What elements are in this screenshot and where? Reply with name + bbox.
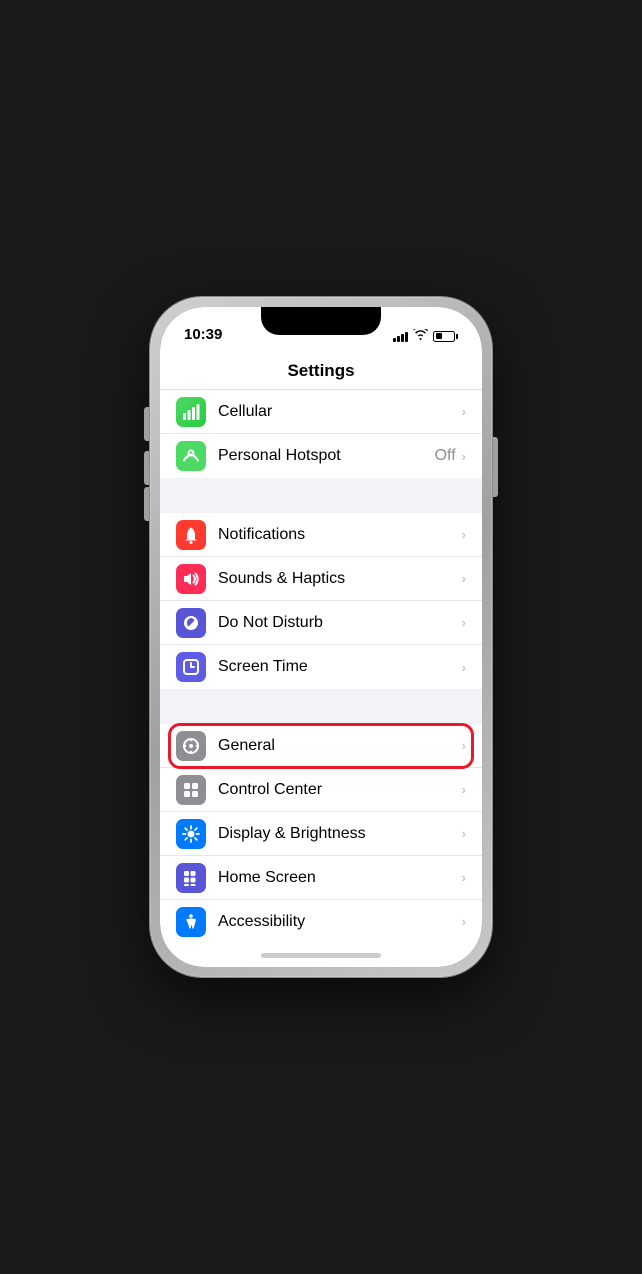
- settings-item-display-brightness[interactable]: Display & Brightness ›: [160, 812, 482, 856]
- home-screen-chevron: ›: [462, 870, 466, 885]
- display-brightness-chevron: ›: [462, 826, 466, 841]
- section-general-items: General ›: [160, 724, 482, 943]
- display-brightness-label: Display & Brightness: [218, 825, 462, 843]
- page-title: Settings: [176, 361, 466, 381]
- settings-item-control-center[interactable]: Control Center ›: [160, 768, 482, 812]
- notifications-chevron: ›: [462, 527, 466, 542]
- nav-bar: Settings: [160, 351, 482, 390]
- control-center-icon: [176, 775, 206, 805]
- status-bar: 10:39: [160, 307, 482, 351]
- do-not-disturb-icon: [176, 608, 206, 638]
- phone-frame: 10:39: [150, 297, 492, 977]
- cellular-icon: [176, 397, 206, 427]
- phone-screen: 10:39: [160, 307, 482, 967]
- notifications-icon: [176, 520, 206, 550]
- settings-item-cellular[interactable]: Cellular ›: [160, 390, 482, 434]
- control-center-chevron: ›: [462, 782, 466, 797]
- do-not-disturb-chevron: ›: [462, 615, 466, 630]
- settings-item-sounds-haptics[interactable]: Sounds & Haptics ›: [160, 557, 482, 601]
- settings-item-accessibility[interactable]: Accessibility ›: [160, 900, 482, 943]
- general-item-wrapper: General ›: [160, 724, 482, 768]
- settings-item-personal-hotspot[interactable]: Personal Hotspot Off ›: [160, 434, 482, 478]
- section-general: General ›: [160, 724, 482, 943]
- screen-content: 10:39: [160, 307, 482, 967]
- sounds-haptics-chevron: ›: [462, 571, 466, 586]
- wifi-icon: [413, 329, 428, 343]
- screen-time-label: Screen Time: [218, 658, 462, 676]
- cellular-label: Cellular: [218, 403, 462, 421]
- sounds-haptics-label: Sounds & Haptics: [218, 570, 462, 588]
- settings-item-notifications[interactable]: Notifications ›: [160, 513, 482, 557]
- hotspot-label: Personal Hotspot: [218, 447, 435, 465]
- accessibility-label: Accessibility: [218, 913, 462, 931]
- cellular-chevron: ›: [462, 404, 466, 419]
- screen-time-icon: [176, 652, 206, 682]
- section-connectivity: Cellular ›: [160, 390, 482, 478]
- accessibility-chevron: ›: [462, 914, 466, 929]
- section-notifications-items: Notifications › Sounds &: [160, 513, 482, 689]
- home-indicator: [160, 943, 482, 967]
- home-screen-icon: [176, 863, 206, 893]
- general-icon: [176, 731, 206, 761]
- control-center-label: Control Center: [218, 781, 462, 799]
- hotspot-chevron: ›: [462, 449, 466, 464]
- section-connectivity-items: Cellular ›: [160, 390, 482, 478]
- status-icons: [393, 329, 458, 343]
- settings-item-home-screen[interactable]: Home Screen ›: [160, 856, 482, 900]
- settings-list[interactable]: Cellular ›: [160, 390, 482, 943]
- accessibility-icon: [176, 907, 206, 937]
- general-chevron: ›: [462, 738, 466, 753]
- personal-hotspot-icon: [176, 441, 206, 471]
- hotspot-value: Off: [435, 447, 456, 465]
- general-label: General: [218, 737, 462, 755]
- section-notifications: Notifications › Sounds &: [160, 513, 482, 689]
- notifications-label: Notifications: [218, 526, 462, 544]
- sounds-haptics-icon: [176, 564, 206, 594]
- home-bar: [261, 953, 381, 958]
- settings-item-do-not-disturb[interactable]: Do Not Disturb ›: [160, 601, 482, 645]
- battery-icon: [433, 331, 458, 342]
- display-brightness-icon: [176, 819, 206, 849]
- do-not-disturb-label: Do Not Disturb: [218, 614, 462, 632]
- notch: [261, 307, 381, 335]
- settings-item-screen-time[interactable]: Screen Time ›: [160, 645, 482, 689]
- settings-item-general[interactable]: General ›: [160, 724, 482, 768]
- status-time: 10:39: [184, 326, 222, 343]
- screen-time-chevron: ›: [462, 660, 466, 675]
- signal-icon: [393, 330, 408, 342]
- home-screen-label: Home Screen: [218, 869, 462, 887]
